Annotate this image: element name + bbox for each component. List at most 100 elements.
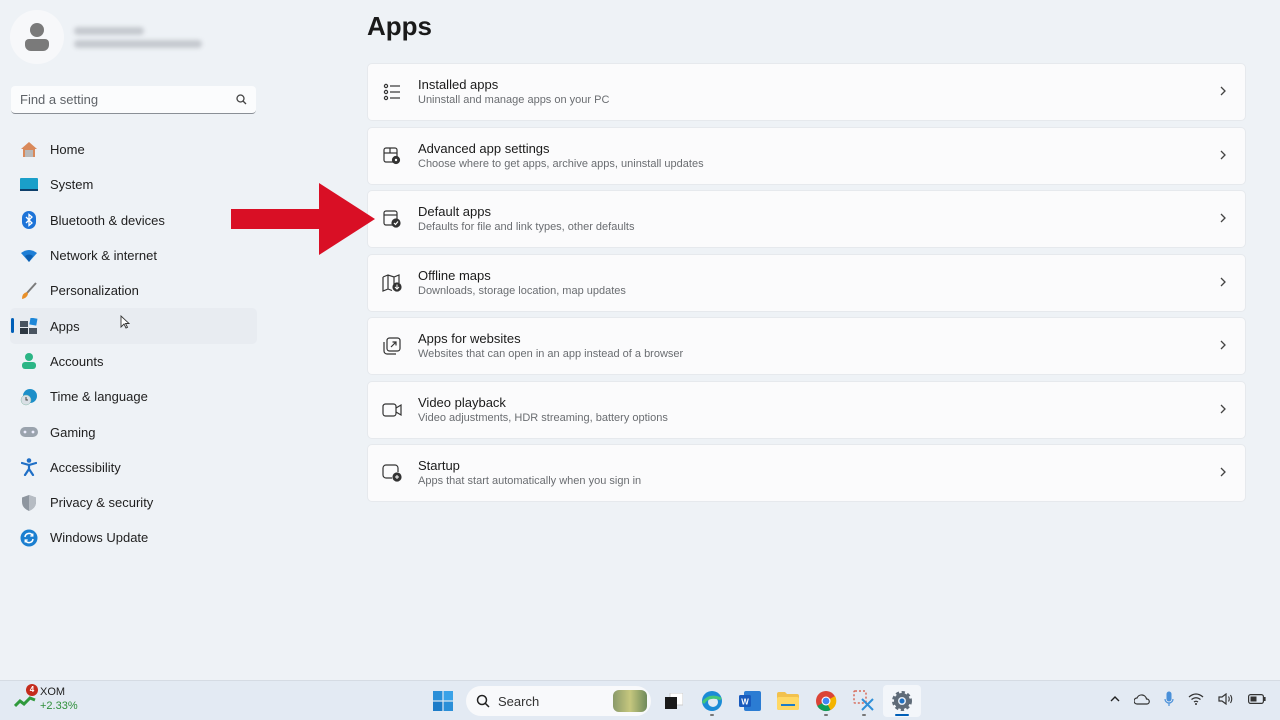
card-title: Installed apps (418, 77, 499, 92)
list-icon (382, 82, 402, 102)
card-video-playback[interactable]: Video playback Video adjustments, HDR st… (367, 380, 1246, 439)
stock-change: +2.33% (40, 700, 78, 712)
microphone-icon[interactable] (1164, 691, 1174, 707)
startup-icon (382, 463, 402, 483)
card-title: Video playback (418, 394, 506, 410)
task-view-button[interactable] (655, 685, 693, 717)
sidebar-item-privacy[interactable]: Privacy & security (10, 485, 257, 520)
update-icon (20, 529, 38, 547)
brush-icon (20, 282, 38, 300)
search-placeholder: Find a setting (20, 92, 99, 107)
card-installed-apps[interactable]: Installed apps Uninstall and manage apps… (367, 63, 1246, 121)
sidebar-item-label: Gaming (50, 424, 96, 440)
sidebar-item-system[interactable]: System (10, 167, 257, 202)
search-icon (476, 694, 490, 708)
user-profile[interactable] (10, 10, 202, 64)
system-tray (1110, 691, 1266, 707)
onedrive-icon[interactable] (1134, 693, 1150, 705)
accessibility-icon (20, 458, 38, 477)
settings-app-button[interactable] (883, 685, 921, 717)
chrome-icon (816, 691, 837, 712)
person-icon (20, 352, 38, 370)
search-highlight-image (613, 690, 647, 712)
folder-icon (777, 692, 799, 710)
chevron-right-icon (1220, 404, 1226, 413)
apps-icon (20, 317, 38, 335)
stock-widget[interactable]: 4 XOM +2.33% (14, 684, 78, 713)
card-description: Apps that start automatically when you s… (418, 475, 642, 487)
search-label: Search (498, 693, 540, 709)
avatar[interactable] (10, 10, 64, 64)
globe-clock-icon (20, 388, 38, 406)
card-title: Offline maps (418, 267, 491, 283)
card-description: Video adjustments, HDR streaming, batter… (418, 411, 668, 424)
card-title: Advanced app settings (418, 140, 550, 156)
edge-icon (701, 691, 722, 711)
volume-icon[interactable] (1218, 693, 1234, 705)
sidebar-item-windows-update[interactable]: Windows Update (10, 520, 257, 555)
stock-symbol: XOM (40, 686, 66, 698)
sidebar-item-apps[interactable]: Apps (10, 308, 257, 344)
card-title: Default apps (418, 204, 491, 219)
sidebar-item-accounts[interactable]: Accounts (10, 344, 257, 379)
windows-logo-icon (433, 691, 453, 711)
card-description: Uninstall and manage apps on your PC (418, 94, 610, 106)
open-in-app-icon (382, 336, 402, 356)
sidebar-item-bluetooth[interactable]: Bluetooth & devices (10, 203, 257, 238)
wifi-icon[interactable] (1188, 693, 1204, 705)
sidebar-item-network[interactable]: Network & internet (10, 238, 257, 273)
home-icon (20, 141, 38, 159)
bluetooth-icon (20, 211, 38, 230)
chrome-button[interactable] (807, 685, 845, 717)
card-description: Downloads, storage location, map updates (418, 284, 626, 297)
sidebar-item-label: System (50, 177, 94, 193)
app-settings-icon (382, 146, 402, 166)
chevron-right-icon (1220, 86, 1226, 96)
page-title: Apps (367, 11, 432, 41)
start-button[interactable] (424, 685, 462, 717)
settings-nav: Home System Bluetooth & devices Network … (10, 132, 257, 556)
edge-button[interactable] (693, 685, 731, 717)
sidebar-item-accessibility[interactable]: Accessibility (10, 450, 257, 485)
sidebar-item-gaming[interactable]: Gaming (10, 414, 257, 449)
card-description: Choose where to get apps, archive apps, … (418, 157, 704, 170)
mouse-cursor-icon (120, 315, 130, 330)
sidebar-item-personalization[interactable]: Personalization (10, 273, 257, 308)
card-description: Defaults for file and link types, other … (418, 221, 635, 233)
chevron-right-icon (1220, 277, 1226, 286)
word-icon: W (739, 691, 761, 711)
chevron-right-icon (1220, 213, 1226, 223)
sidebar-item-label: Accessibility (50, 459, 121, 475)
system-icon (20, 176, 38, 194)
card-default-apps[interactable]: Default apps Defaults for file and link … (367, 190, 1246, 248)
sidebar-item-time-language[interactable]: Time & language (10, 379, 257, 414)
card-description: Websites that can open in an app instead… (418, 348, 684, 360)
chevron-right-icon (1220, 467, 1226, 477)
taskbar-search[interactable]: Search (466, 686, 651, 716)
sidebar-item-label: Time & language (50, 389, 148, 405)
file-explorer-button[interactable] (769, 685, 807, 717)
wifi-icon (20, 247, 38, 265)
annotation-arrow-icon (231, 183, 375, 255)
word-button[interactable]: W (731, 685, 769, 717)
taskbar-apps: Search W (424, 685, 921, 717)
chevron-up-icon[interactable] (1110, 695, 1120, 703)
sidebar: Find a setting Home System Bluetooth & d… (0, 0, 270, 680)
sidebar-item-label: Accounts (50, 353, 104, 369)
profile-name-blurred (74, 22, 202, 53)
chevron-right-icon (1220, 340, 1226, 350)
notification-badge: 4 (26, 684, 38, 696)
find-setting-search[interactable]: Find a setting (11, 86, 256, 114)
search-icon[interactable] (236, 94, 247, 105)
card-startup[interactable]: Startup Apps that start automatically wh… (367, 444, 1246, 502)
card-title: Apps for websites (418, 331, 521, 346)
sidebar-item-label: Bluetooth & devices (50, 212, 165, 228)
chevron-right-icon (1220, 150, 1226, 159)
sidebar-item-home[interactable]: Home (10, 132, 257, 167)
card-title: Startup (418, 458, 460, 473)
battery-icon[interactable] (1248, 694, 1266, 704)
card-offline-maps[interactable]: Offline maps Downloads, storage location… (367, 253, 1246, 312)
card-advanced-app-settings[interactable]: Advanced app settings Choose where to ge… (367, 126, 1246, 185)
card-apps-for-websites[interactable]: Apps for websites Websites that can open… (367, 317, 1246, 375)
snipping-tool-button[interactable] (845, 685, 883, 717)
